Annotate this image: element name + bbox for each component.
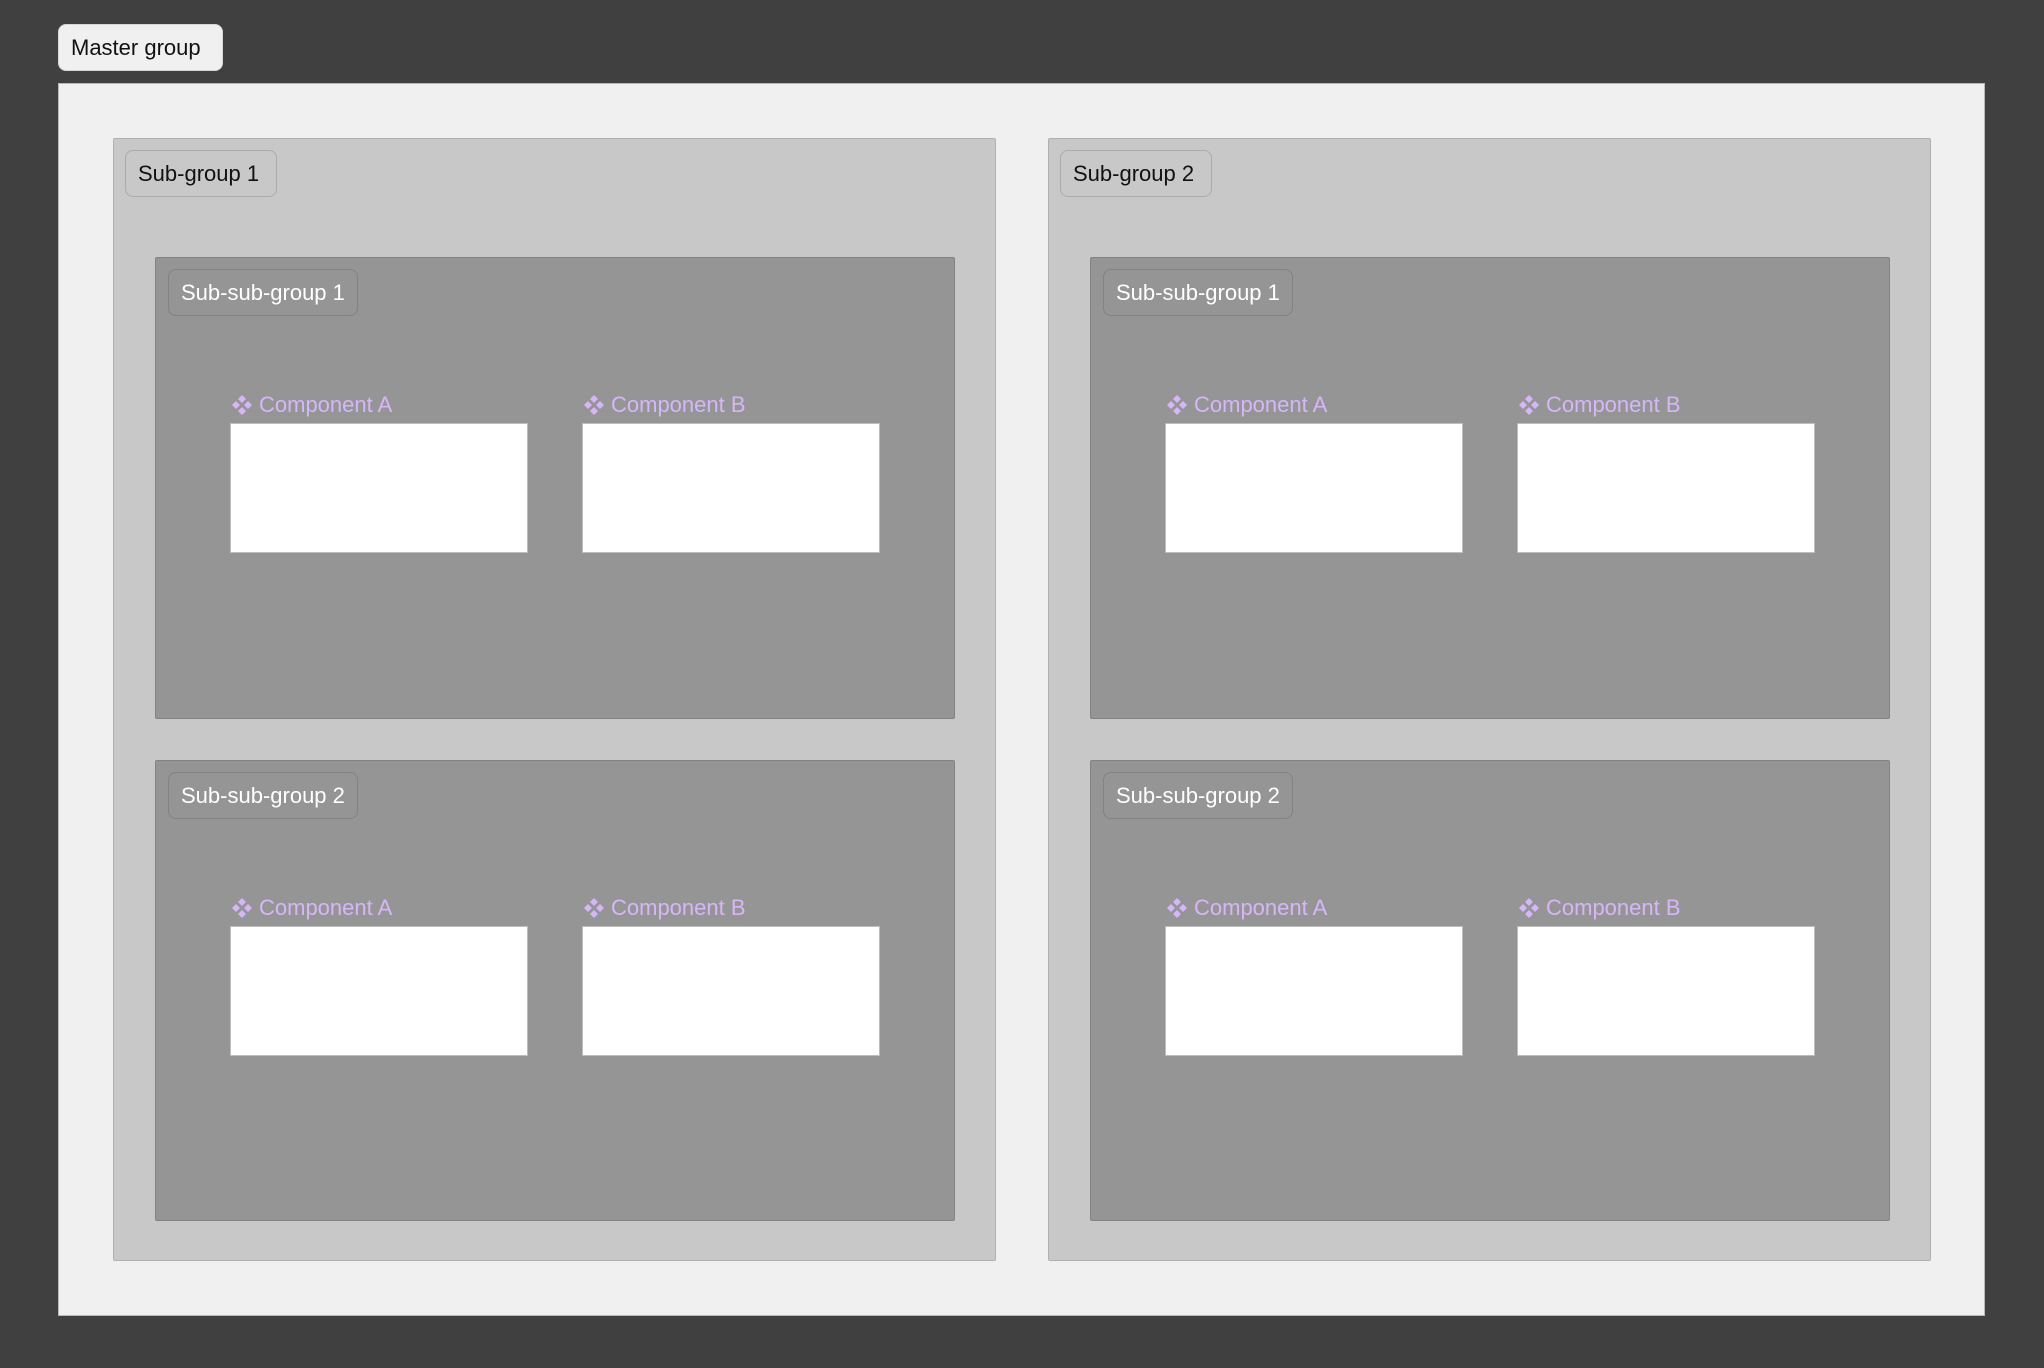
component-b-label: Component B — [1546, 895, 1681, 920]
component-a-label: Component A — [259, 392, 393, 417]
component-icon — [232, 898, 252, 918]
component-a-label: Component A — [1194, 392, 1328, 417]
component-icon — [1167, 395, 1187, 415]
component-a-label-row: Component A — [1166, 894, 1327, 922]
subsubgroup-label[interactable]: Sub-sub-group 2 — [168, 772, 358, 819]
subgroup-1-label[interactable]: Sub-group 1 — [125, 150, 277, 197]
component-b-label-row: Component B — [1518, 894, 1681, 922]
subsubgroup-label[interactable]: Sub-sub-group 1 — [1103, 269, 1293, 316]
subsubgroup-label[interactable]: Sub-sub-group 1 — [168, 269, 358, 316]
subgroup-2-subsubgroup-2-frame[interactable]: Sub-sub-group 2 Component A Component B — [1090, 760, 1890, 1221]
component-a-label: Component A — [1194, 895, 1328, 920]
component-b-label: Component B — [611, 895, 746, 920]
master-group-frame[interactable]: Sub-group 1 Sub-sub-group 1 Component A … — [58, 83, 1985, 1316]
component-b-label-row: Component B — [583, 391, 746, 419]
master-group-label[interactable]: Master group — [58, 24, 223, 71]
component-b-instance[interactable]: Component B — [1517, 895, 1815, 1056]
subgroup-2-subsubgroup-1-frame[interactable]: Sub-sub-group 1 Component A Component B — [1090, 257, 1890, 719]
subgroup-1-subsubgroup-2-frame[interactable]: Sub-sub-group 2 Component A Component B — [155, 760, 955, 1221]
component-icon — [584, 898, 604, 918]
component-b-label-row: Component B — [1518, 391, 1681, 419]
subgroup-1-frame[interactable]: Sub-group 1 Sub-sub-group 1 Component A … — [113, 138, 996, 1261]
component-a-label-row: Component A — [231, 894, 392, 922]
subsubgroup-label[interactable]: Sub-sub-group 2 — [1103, 772, 1293, 819]
component-a-label-row: Component A — [1166, 391, 1327, 419]
component-b-label-row: Component B — [583, 894, 746, 922]
component-icon — [584, 395, 604, 415]
component-b-instance[interactable]: Component B — [1517, 392, 1815, 553]
component-a-instance[interactable]: Component A — [1165, 895, 1463, 1056]
component-icon — [1519, 898, 1539, 918]
component-a-label: Component A — [259, 895, 393, 920]
subgroup-1-subsubgroup-1-frame[interactable]: Sub-sub-group 1 Component A Component B — [155, 257, 955, 719]
component-a-instance[interactable]: Component A — [1165, 392, 1463, 553]
component-a-instance[interactable]: Component A — [230, 392, 528, 553]
subgroup-2-frame[interactable]: Sub-group 2 Sub-sub-group 1 Component A … — [1048, 138, 1931, 1261]
component-icon — [1519, 395, 1539, 415]
component-b-label: Component B — [1546, 392, 1681, 417]
component-a-instance[interactable]: Component A — [230, 895, 528, 1056]
component-b-instance[interactable]: Component B — [582, 895, 880, 1056]
component-icon — [232, 395, 252, 415]
component-icon — [1167, 898, 1187, 918]
subgroup-2-label[interactable]: Sub-group 2 — [1060, 150, 1212, 197]
component-b-instance[interactable]: Component B — [582, 392, 880, 553]
component-a-label-row: Component A — [231, 391, 392, 419]
component-b-label: Component B — [611, 392, 746, 417]
